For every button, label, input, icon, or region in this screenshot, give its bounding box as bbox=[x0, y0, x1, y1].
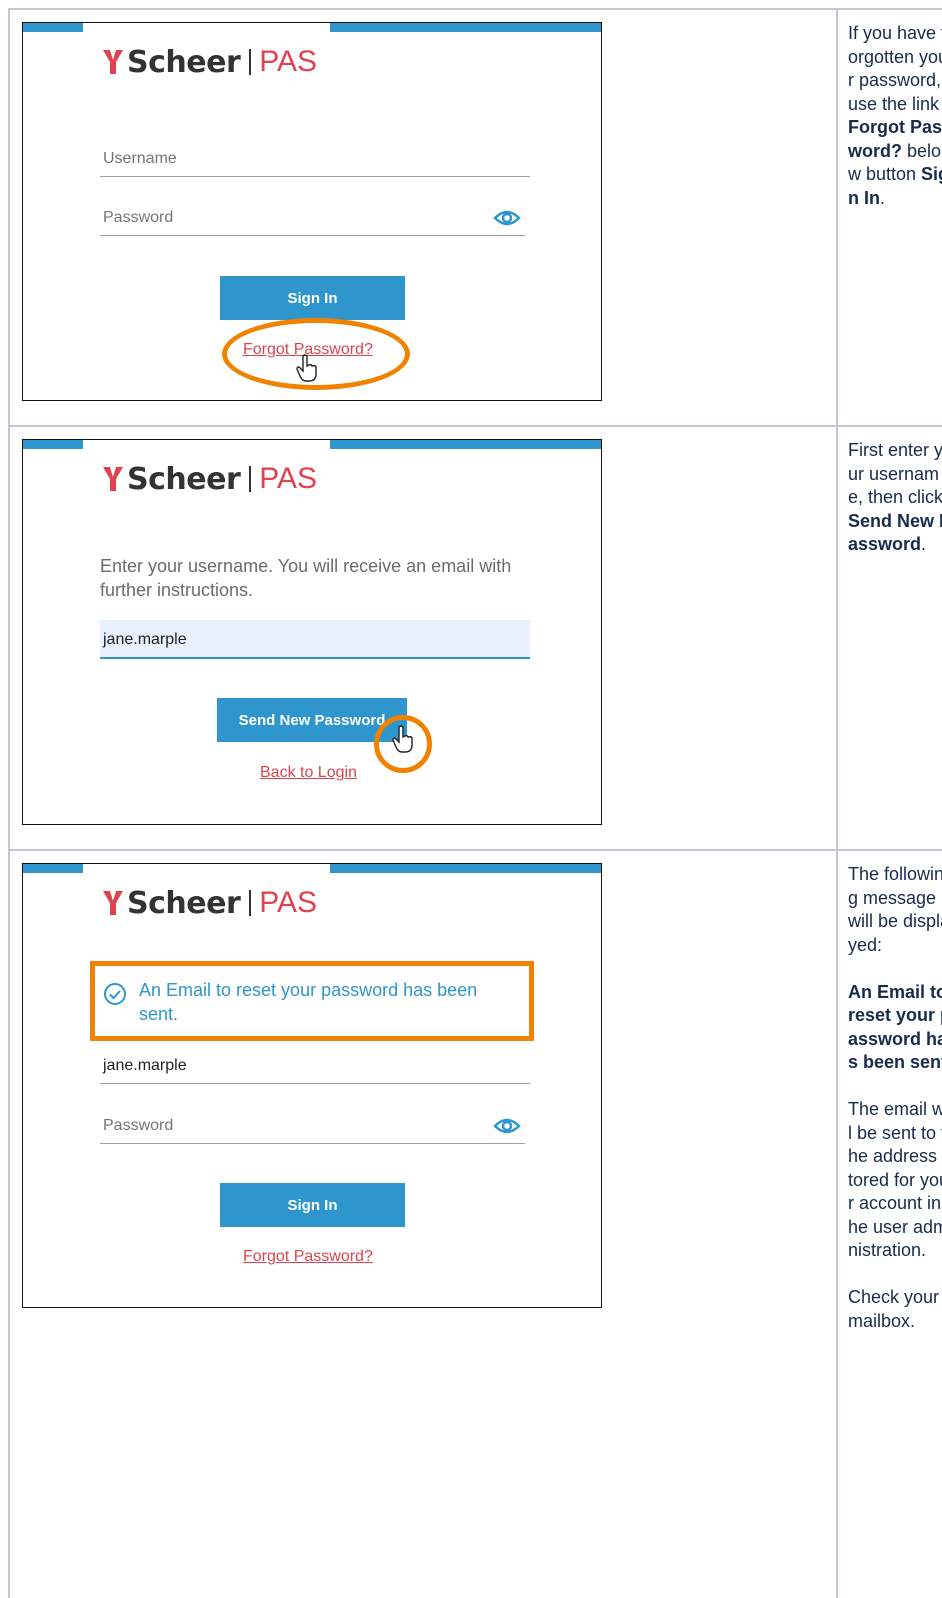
description-cell: First enter your username, then click Se… bbox=[836, 425, 942, 851]
forgot-password-screenshot: Scheer PAS Enter your username. You will… bbox=[22, 439, 602, 825]
table-row: Scheer PAS Enter your username. You will… bbox=[8, 425, 942, 851]
check-circle-icon bbox=[104, 983, 126, 1005]
accent-bar bbox=[330, 23, 601, 32]
accent-bar bbox=[23, 23, 83, 32]
scheer-pas-logo: Scheer PAS bbox=[103, 461, 318, 497]
username-placeholder: Username bbox=[103, 150, 177, 167]
description-text: . bbox=[880, 187, 886, 208]
success-alert: An Email to reset your password has been… bbox=[90, 961, 534, 1041]
table-row: Scheer PAS Username Password Sign In For… bbox=[8, 8, 942, 427]
description-text: The following message will be displayed: bbox=[848, 864, 942, 955]
description-bold: Send New Password bbox=[848, 510, 942, 555]
screenshot-cell: Scheer PAS Username Password Sign In For… bbox=[8, 8, 838, 427]
alert-message: An Email to reset your password has been… bbox=[139, 980, 478, 1024]
logo-brand: Scheer bbox=[127, 885, 241, 921]
instruction-text: Enter your username. You will receive an… bbox=[100, 556, 512, 600]
back-to-login-link[interactable]: Back to Login bbox=[260, 764, 357, 782]
forgot-password-link[interactable]: Forgot Password? bbox=[243, 1248, 373, 1266]
table-row: Scheer PAS An Email to reset your passwo… bbox=[8, 849, 942, 1598]
description-text: If you have forgotten your password, use… bbox=[848, 23, 942, 114]
instruction-table: Scheer PAS Username Password Sign In For… bbox=[8, 8, 942, 1598]
sign-in-button[interactable]: Sign In bbox=[220, 1183, 405, 1227]
login-screenshot: Scheer PAS Username Password Sign In For… bbox=[22, 22, 602, 401]
scheer-logo-icon bbox=[103, 467, 123, 491]
description-bold: An Email to reset your password has been… bbox=[848, 981, 942, 1073]
scheer-logo-icon bbox=[103, 891, 123, 915]
accent-bar bbox=[330, 864, 601, 873]
password-field[interactable]: Password bbox=[100, 199, 525, 236]
accent-bar bbox=[23, 440, 83, 449]
logo-product: PAS bbox=[259, 886, 318, 919]
username-field[interactable]: jane.marple bbox=[100, 620, 530, 659]
logo-divider bbox=[249, 890, 252, 916]
scheer-pas-logo: Scheer PAS bbox=[103, 44, 318, 80]
eye-icon[interactable] bbox=[493, 209, 521, 227]
scheer-logo-icon bbox=[103, 50, 123, 74]
sign-in-button[interactable]: Sign In bbox=[220, 276, 405, 320]
logo-product: PAS bbox=[259, 462, 318, 495]
logo-divider bbox=[249, 49, 252, 75]
description-cell: The following message will be displayed:… bbox=[836, 849, 942, 1598]
screenshot-cell: Scheer PAS An Email to reset your passwo… bbox=[8, 849, 838, 1598]
logo-brand: Scheer bbox=[127, 461, 241, 497]
eye-icon[interactable] bbox=[493, 1117, 521, 1135]
accent-bar bbox=[330, 440, 601, 449]
username-value: jane.marple bbox=[103, 1057, 187, 1074]
password-placeholder: Password bbox=[103, 209, 174, 226]
screenshot-cell: Scheer PAS Enter your username. You will… bbox=[8, 425, 838, 851]
hand-cursor-icon bbox=[392, 725, 413, 753]
description-text: The email will be sent to the address st… bbox=[848, 1099, 942, 1260]
email-sent-screenshot: Scheer PAS An Email to reset your passwo… bbox=[22, 863, 602, 1308]
username-value: jane.marple bbox=[103, 631, 187, 648]
password-placeholder: Password bbox=[103, 1117, 174, 1134]
description-text: Check your mailbox. bbox=[848, 1287, 940, 1331]
logo-divider bbox=[249, 466, 252, 492]
description-text: First enter your username, then click bbox=[848, 440, 942, 507]
username-field[interactable]: jane.marple bbox=[100, 1047, 530, 1084]
username-field[interactable]: Username bbox=[100, 140, 530, 177]
logo-brand: Scheer bbox=[127, 44, 241, 80]
logo-product: PAS bbox=[259, 45, 318, 78]
description-cell: If you have forgotten your password, use… bbox=[836, 8, 942, 427]
scheer-pas-logo: Scheer PAS bbox=[103, 885, 318, 921]
hand-cursor-icon bbox=[296, 354, 317, 382]
description-text: . bbox=[921, 534, 927, 554]
accent-bar bbox=[23, 864, 83, 873]
password-field[interactable]: Password bbox=[100, 1107, 525, 1144]
